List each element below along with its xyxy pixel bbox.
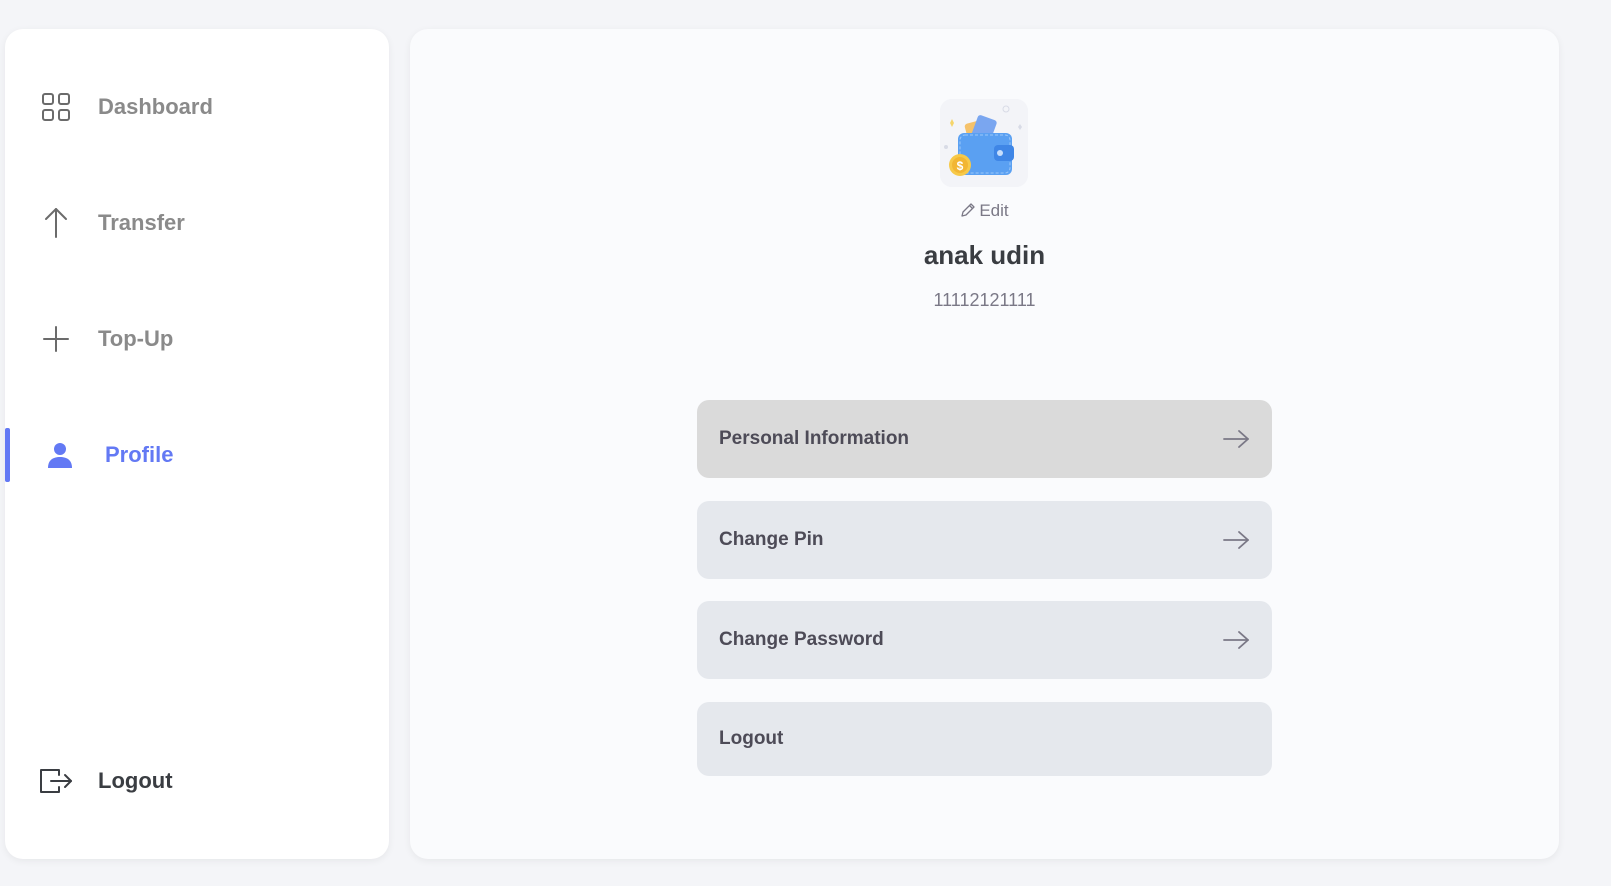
- menu-item-label: Change Pin: [719, 529, 824, 550]
- sidebar-item-label: Profile: [105, 442, 174, 467]
- logout-icon: [39, 764, 73, 798]
- profile-phone: 11112121111: [933, 290, 1036, 310]
- sidebar: Dashboard Transfer Top-Up Profile Logout: [5, 29, 389, 859]
- menu-item-label: Logout: [719, 728, 784, 749]
- pencil-icon: [960, 202, 976, 223]
- edit-profile-button[interactable]: Edit: [410, 201, 1559, 223]
- plus-icon: [39, 322, 73, 356]
- arrow-up-icon: [39, 206, 73, 240]
- arrow-right-icon: [1222, 630, 1250, 650]
- logout-button[interactable]: Logout: [697, 702, 1272, 776]
- sidebar-item-top-up[interactable]: Top-Up: [5, 311, 389, 367]
- personal-information-button[interactable]: Personal Information: [697, 400, 1272, 478]
- grid-icon: [39, 90, 73, 124]
- svg-text:$: $: [957, 159, 964, 173]
- profile-panel: $ Edit anak udin 11112121111 Personal In…: [410, 29, 1559, 859]
- arrow-right-icon: [1222, 530, 1250, 550]
- sidebar-logout-label: Logout: [98, 768, 173, 793]
- change-pin-button[interactable]: Change Pin: [697, 501, 1272, 579]
- menu-item-label: Change Password: [719, 629, 884, 650]
- profile-name: anak udin: [923, 240, 1046, 270]
- sidebar-item-dashboard[interactable]: Dashboard: [5, 79, 389, 135]
- arrow-right-icon: [1222, 429, 1250, 449]
- user-icon: [43, 438, 77, 472]
- change-password-button[interactable]: Change Password: [697, 601, 1272, 679]
- sidebar-item-label: Dashboard: [98, 94, 213, 119]
- menu-item-label: Personal Information: [719, 428, 910, 449]
- edit-label: Edit: [979, 201, 1009, 220]
- sidebar-item-transfer[interactable]: Transfer: [5, 195, 389, 251]
- sidebar-item-label: Top-Up: [98, 326, 174, 351]
- avatar: $: [940, 99, 1028, 187]
- sidebar-item-label: Transfer: [98, 210, 185, 235]
- sidebar-item-profile[interactable]: Profile: [5, 427, 389, 483]
- active-indicator: [5, 428, 10, 482]
- sidebar-logout-button[interactable]: Logout: [5, 753, 389, 809]
